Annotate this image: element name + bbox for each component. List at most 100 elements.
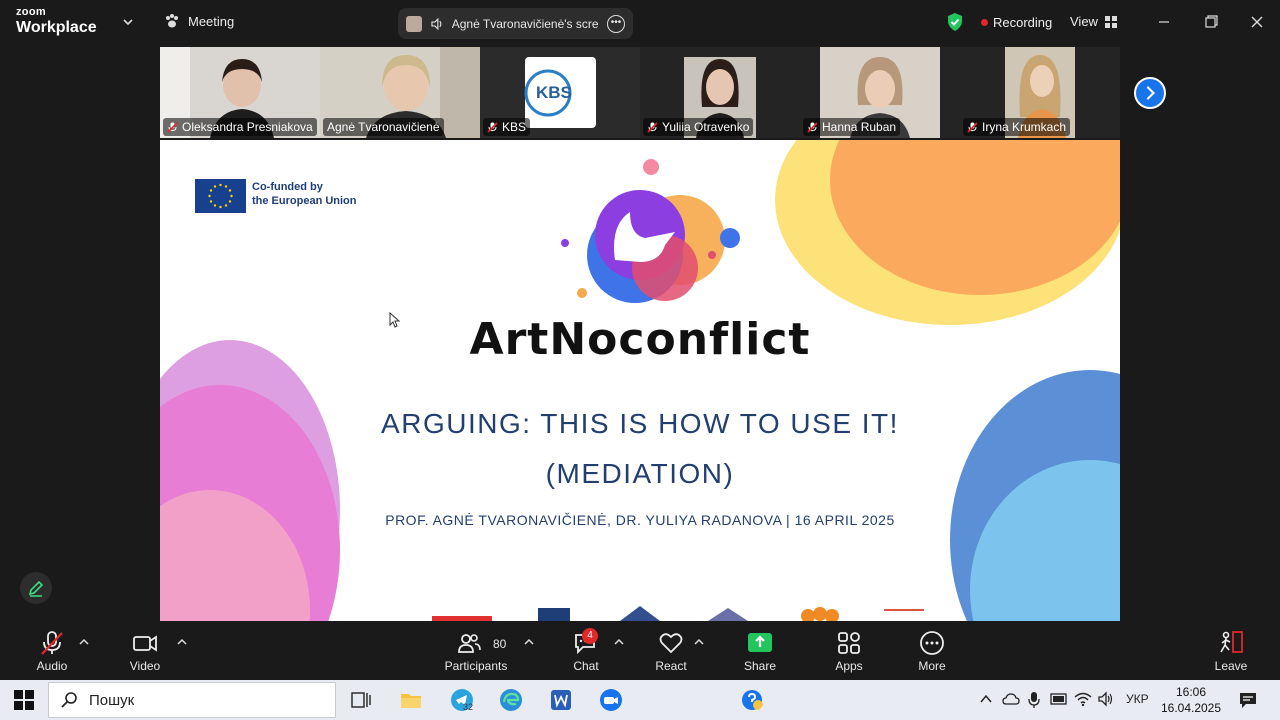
participant-tile-active[interactable]: Agnė Tvaronavičienė [320, 47, 480, 138]
chevron-down-icon[interactable] [122, 16, 134, 28]
notification-icon[interactable] [1238, 690, 1258, 710]
chevron-up-icon[interactable] [980, 694, 992, 704]
audio-button[interactable]: Audio [32, 630, 72, 673]
chevron-up-icon[interactable] [614, 638, 624, 646]
chat-button[interactable]: 4 Chat [566, 628, 606, 673]
taskbar-search[interactable]: Пошук [48, 682, 336, 718]
share-indicator-text: Agnė Tvaronavičienė's screen [451, 16, 599, 31]
apps-label: Apps [835, 659, 863, 673]
mic-muted-icon [647, 121, 658, 133]
participant-name: Yuliia Otravenko [662, 120, 750, 134]
restore-icon[interactable] [1199, 10, 1223, 34]
more-options-icon[interactable]: ••• [607, 14, 625, 33]
file-explorer-icon[interactable] [399, 688, 423, 712]
shield-check-icon[interactable] [946, 12, 964, 32]
eu-line-2: the European Union [252, 195, 357, 207]
participant-name: Hanna Ruban [822, 120, 897, 134]
eu-flag-icon [195, 179, 246, 213]
participant-tile[interactable]: Oleksandra Presniakova [160, 47, 320, 138]
leave-label: Leave [1214, 659, 1248, 673]
participant-name: Oleksandra Presniakova [182, 120, 313, 134]
annotate-pencil-button[interactable] [20, 572, 52, 604]
mic-muted-icon [167, 121, 178, 133]
audio-label: Audio [36, 659, 68, 673]
zoom-workplace-logo[interactable]: zoom Workplace [16, 7, 97, 36]
meeting-label: Meeting [188, 13, 235, 29]
word-icon[interactable] [549, 688, 573, 712]
mic-muted-icon [41, 631, 63, 655]
cloud-icon[interactable] [1002, 692, 1020, 706]
share-button[interactable]: Share [740, 630, 780, 673]
recording-indicator[interactable]: Recording [981, 15, 1052, 30]
mic-muted-icon [807, 121, 818, 133]
slide-authors: PROF. AGNĖ TVARONAVIČIENĖ, DR. YULIYA RA… [385, 512, 895, 528]
battery-icon[interactable] [1050, 692, 1068, 706]
chevron-up-icon[interactable] [177, 638, 187, 646]
participant-strip: Oleksandra Presniakova Agnė Tvaronavičie… [160, 47, 1120, 138]
participant-tile[interactable]: KBS KBS [480, 47, 640, 138]
view-label: View [1070, 14, 1098, 29]
edge-browser-icon[interactable] [499, 688, 523, 712]
close-icon[interactable] [1245, 10, 1269, 34]
participants-label: Participants [444, 659, 508, 673]
telegram-badge: 32 [463, 702, 474, 712]
participant-tile[interactable]: Yuliia Otravenko [640, 47, 800, 138]
slide-title-line-1: ARGUING: THIS IS HOW TO USE IT! [381, 408, 899, 439]
video-button[interactable]: Video [125, 630, 165, 673]
react-button[interactable]: React [651, 630, 691, 673]
minimize-icon[interactable] [1152, 10, 1176, 34]
participant-label: Oleksandra Presniakova [163, 118, 317, 136]
wifi-icon[interactable] [1074, 691, 1092, 707]
participants-icon [458, 634, 481, 653]
participant-name: Agnė Tvaronavičienė [327, 120, 440, 134]
share-screen-icon [748, 633, 772, 652]
participant-label: Hanna Ruban [803, 118, 901, 136]
chevron-up-icon[interactable] [694, 638, 704, 646]
more-label: More [918, 659, 946, 673]
paw-icon [166, 14, 178, 28]
eu-cofunded-text: Co-funded by the European Union [252, 180, 357, 208]
more-button[interactable]: More [912, 630, 952, 673]
participant-label: Agnė Tvaronavičienė [323, 118, 444, 136]
participant-label: Yuliia Otravenko [643, 118, 754, 136]
chevron-up-icon[interactable] [79, 638, 89, 646]
mic-muted-icon [967, 121, 978, 133]
volume-icon[interactable] [1098, 691, 1114, 707]
eu-line-1: Co-funded by [252, 181, 323, 193]
heart-icon [659, 633, 683, 654]
participant-name: Iryna Krumkach [982, 120, 1067, 134]
chat-label: Chat [573, 659, 599, 673]
leave-button[interactable]: Leave [1211, 630, 1251, 673]
shared-slide: Co-funded by the European Union ArtNocon… [160, 140, 1120, 621]
task-view-icon[interactable] [349, 688, 373, 712]
participant-label: KBS [483, 118, 531, 136]
brand-top: zoom [16, 6, 46, 18]
clock-time: 16:06 [1175, 685, 1207, 699]
next-page-button[interactable] [1134, 77, 1166, 109]
meeting-toolbar: Audio Video Participants 80 4 Chat React… [0, 622, 1280, 680]
system-clock[interactable]: 16:06 16.04.2025 [1160, 684, 1222, 716]
slide-title-line-2: (MEDIATION) [545, 458, 735, 489]
meeting-menu[interactable]: Meeting [164, 13, 234, 29]
brand-bottom: Workplace [16, 19, 97, 36]
help-icon[interactable] [740, 688, 764, 712]
recording-dot-icon [981, 19, 988, 26]
participant-tile[interactable]: Hanna Ruban [800, 47, 960, 138]
video-label: Video [129, 659, 161, 673]
microphone-icon[interactable] [1028, 691, 1040, 709]
zoom-app-icon[interactable] [599, 688, 623, 712]
screen-share-indicator[interactable]: Agnė Tvaronavičienė's screen ••• [398, 8, 633, 39]
participant-tile[interactable]: Iryna Krumkach [960, 47, 1120, 138]
leave-door-icon [1220, 631, 1243, 653]
apps-button[interactable]: Apps [829, 630, 869, 673]
chat-badge: 4 [582, 628, 598, 644]
windows-taskbar: Пошук 32 УКР 16:06 16.04.2025 [0, 680, 1280, 720]
recording-label: Recording [993, 15, 1053, 30]
view-button[interactable]: View [1070, 14, 1118, 29]
chevron-up-icon[interactable] [524, 638, 534, 646]
artnoconflict-logo-text: ArtNoconflict [469, 314, 811, 365]
sharer-avatar [406, 15, 422, 32]
windows-start-icon[interactable] [14, 690, 34, 710]
apps-icon [838, 632, 860, 654]
keyboard-language[interactable]: УКР [1126, 692, 1149, 706]
